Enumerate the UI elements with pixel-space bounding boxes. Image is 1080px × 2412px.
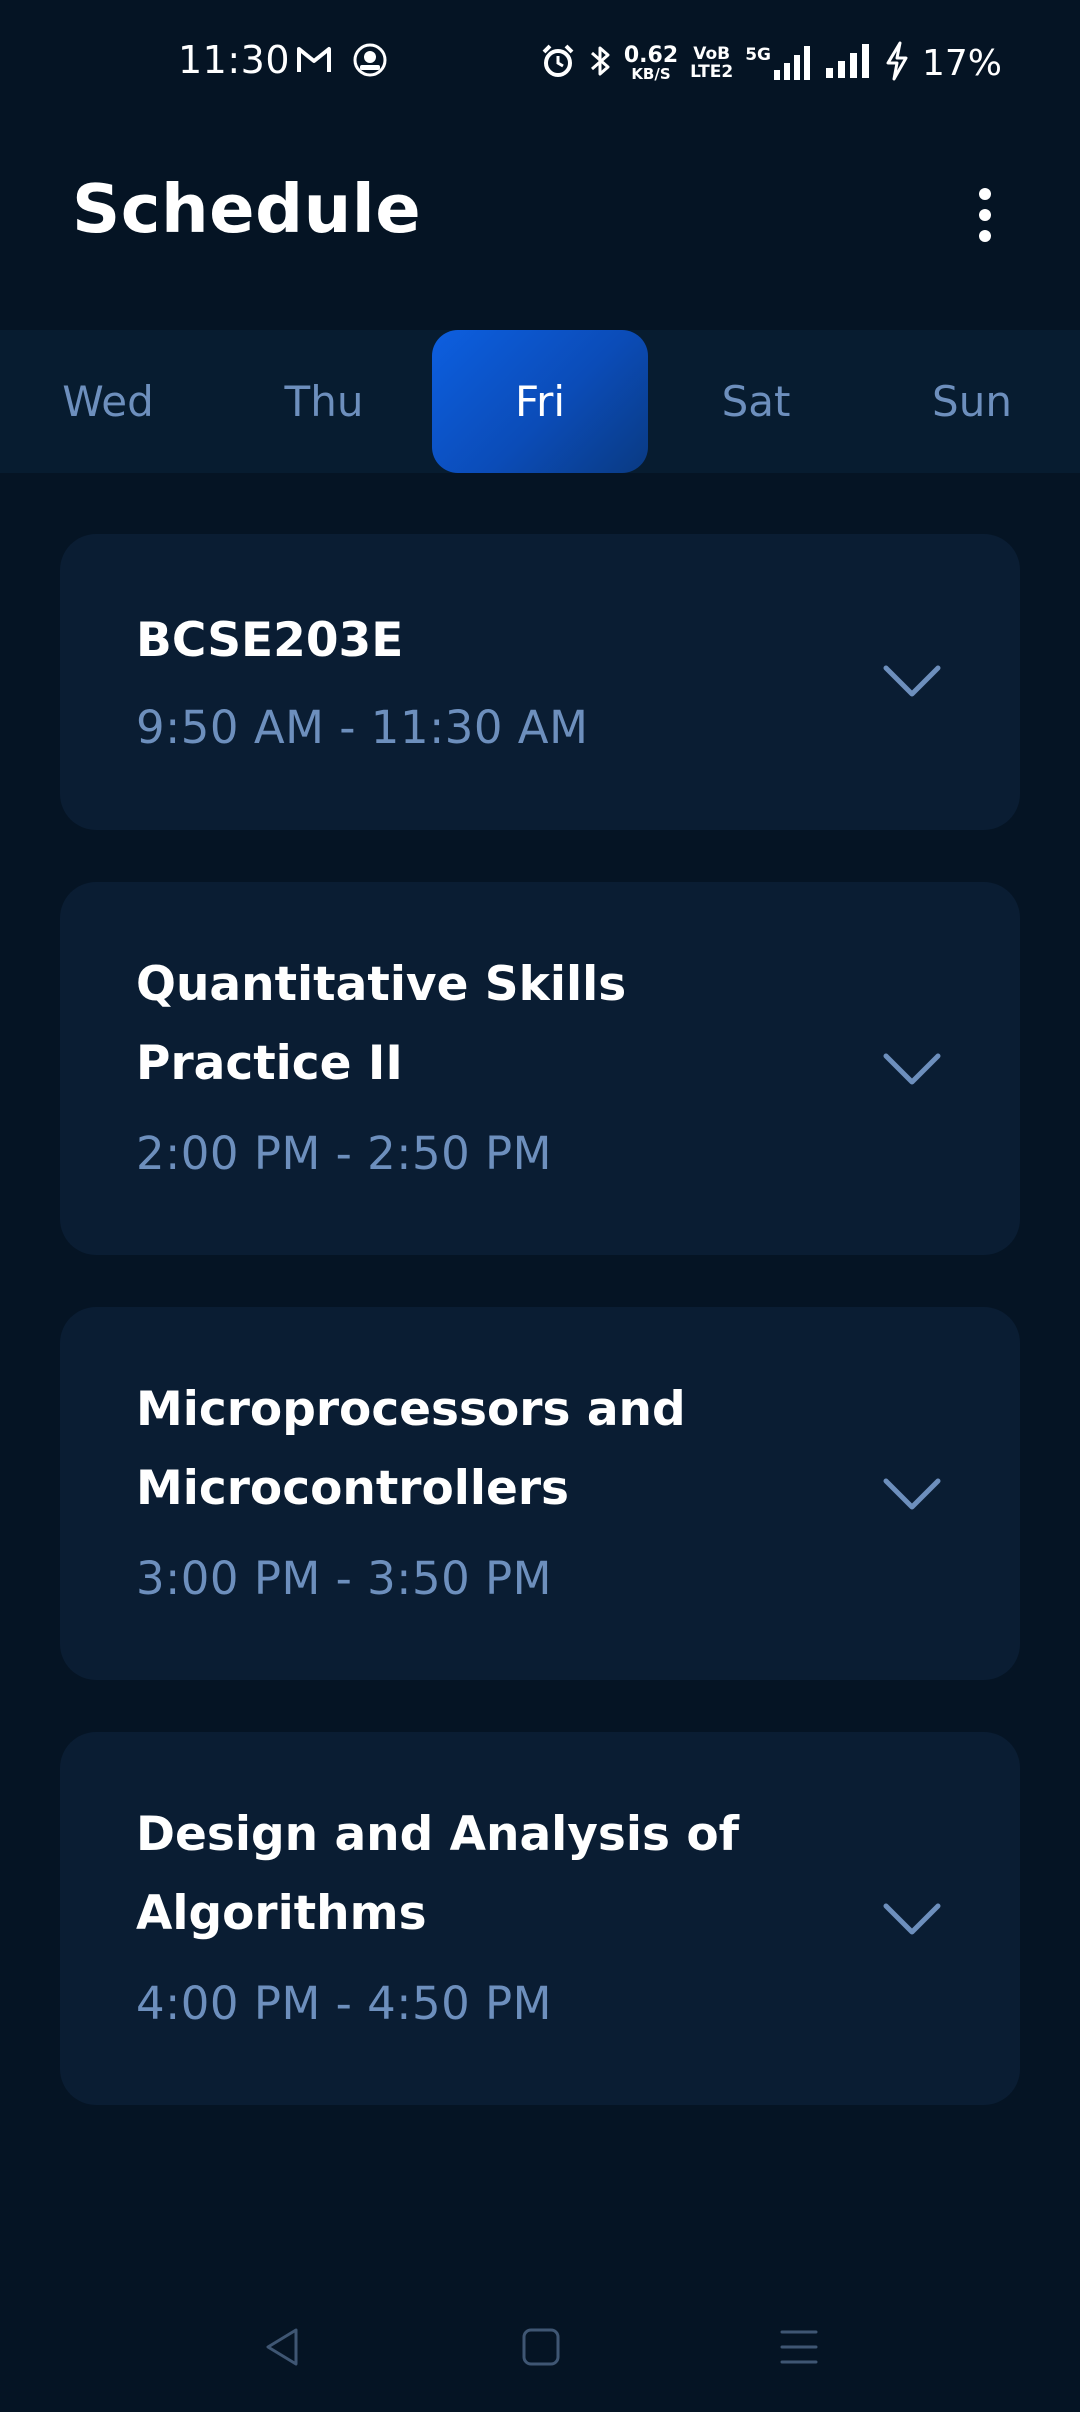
- class-card[interactable]: Microprocessors and Microcontrollers 3:0…: [60, 1307, 1020, 1680]
- class-time: 4:00 PM - 4:50 PM: [136, 1977, 552, 2030]
- app-notification-icon: [352, 42, 388, 82]
- class-time: 9:50 AM - 11:30 AM: [136, 701, 589, 754]
- chevron-down-icon[interactable]: [880, 1900, 944, 1940]
- chevron-down-icon[interactable]: [880, 1475, 944, 1515]
- signal-icon: 5G: [745, 46, 814, 80]
- recents-nav-icon[interactable]: [774, 2322, 824, 2372]
- class-title: Microprocessors and Microcontrollers: [136, 1382, 686, 1516]
- navigation-bar: [0, 2300, 1080, 2412]
- class-title: Quantitative Skills Practice II: [136, 957, 627, 1091]
- chevron-down-icon[interactable]: [880, 662, 944, 702]
- class-card[interactable]: Quantitative Skills Practice II 2:00 PM …: [60, 882, 1020, 1255]
- alarm-icon: [540, 43, 576, 83]
- tab-wed[interactable]: Wed: [0, 330, 216, 473]
- page-title: Schedule: [72, 170, 422, 248]
- status-time: 11:30: [178, 38, 291, 82]
- tab-sun[interactable]: Sun: [864, 330, 1080, 473]
- back-nav-icon[interactable]: [258, 2322, 308, 2372]
- class-time: 3:00 PM - 3:50 PM: [136, 1552, 552, 1605]
- battery-percentage: 17%: [921, 42, 1002, 84]
- gmail-icon: [296, 45, 332, 79]
- day-tabs: Wed Thu Fri Sat Sun: [0, 330, 1080, 473]
- class-card[interactable]: BCSE203E 9:50 AM - 11:30 AM: [60, 534, 1020, 830]
- class-title: Design and Analysis of Algorithms: [136, 1807, 740, 1941]
- class-time: 2:00 PM - 2:50 PM: [136, 1127, 552, 1180]
- class-card[interactable]: Design and Analysis of Algorithms 4:00 P…: [60, 1732, 1020, 2105]
- signal-icon: [825, 44, 872, 82]
- charging-icon: [884, 41, 910, 85]
- status-bar: 11:30 0.62 KB/S VoB LTE2 5G 17%: [0, 0, 1080, 125]
- chevron-down-icon[interactable]: [880, 1050, 944, 1090]
- bluetooth-icon: [588, 43, 612, 83]
- tab-sat[interactable]: Sat: [648, 330, 864, 473]
- network-speed: 0.62 KB/S: [623, 42, 679, 83]
- more-vertical-icon[interactable]: [960, 185, 1010, 245]
- home-nav-icon[interactable]: [516, 2322, 566, 2372]
- class-title: BCSE203E: [136, 613, 404, 668]
- tab-fri[interactable]: Fri: [432, 330, 648, 473]
- tab-thu[interactable]: Thu: [216, 330, 432, 473]
- volte-indicator: VoB LTE2: [690, 44, 734, 82]
